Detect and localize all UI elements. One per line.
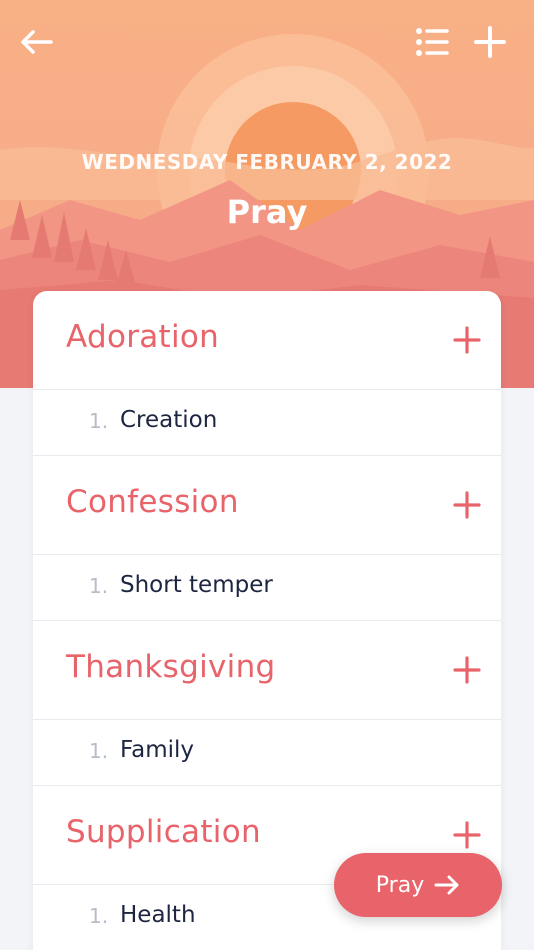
plus-icon [474,26,506,58]
section-header-confession: Confession [33,456,501,555]
section-title: Adoration [66,319,220,355]
add-item-button[interactable] [447,815,487,855]
item-text: Health [120,902,196,928]
date-label: WEDNESDAY FEBRUARY 2, 2022 [81,150,453,174]
item-number: 1. [89,739,109,763]
arrow-right-icon [434,875,459,895]
add-item-button[interactable] [447,320,487,360]
item-number: 1. [89,904,109,928]
section-title: Supplication [66,814,261,850]
add-button[interactable] [466,18,514,66]
section-header-adoration: Adoration [33,291,501,390]
back-button[interactable] [12,18,60,66]
item-text: Family [120,737,195,763]
section-title: Confession [66,484,239,520]
page-title: Pray [226,193,308,231]
pray-button[interactable]: Pray [334,853,502,917]
item-number: 1. [89,409,109,433]
plus-icon [453,491,481,519]
section-title: Thanksgiving [66,649,276,685]
list-item[interactable]: 1. Creation [33,390,501,456]
section-header-thanksgiving: Thanksgiving [33,621,501,720]
item-number: 1. [89,574,109,598]
list-item[interactable]: 1. Family [33,720,501,786]
plus-icon [453,326,481,354]
item-text: Creation [120,407,218,433]
top-bar [0,0,534,90]
list-view-button[interactable] [408,18,456,66]
item-text: Short temper [120,572,273,598]
plus-icon [453,821,481,849]
pray-button-label: Pray [375,872,425,898]
add-item-button[interactable] [447,485,487,525]
arrow-left-icon [21,30,53,54]
prayer-list-card: Adoration 1. Creation Confession 1. Shor… [33,291,501,950]
list-icon [416,28,449,56]
plus-icon [453,656,481,684]
list-item[interactable]: 1. Short temper [33,555,501,621]
add-item-button[interactable] [447,650,487,690]
